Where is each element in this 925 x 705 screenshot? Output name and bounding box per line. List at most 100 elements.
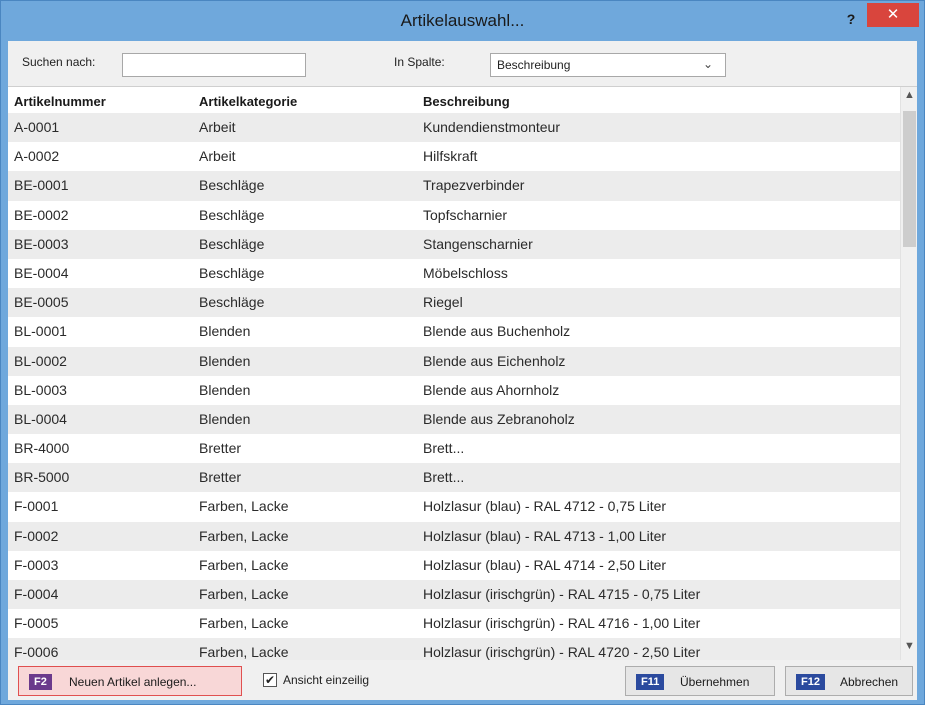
table-row[interactable]: F-0001 Farben, Lacke Holzlasur (blau) - RA… bbox=[8, 492, 900, 521]
apply-button[interactable]: F11 Übernehmen bbox=[625, 666, 775, 696]
table-body: A-0001 Arbeit Kundendienstmonteur A-0002 Arb… bbox=[8, 113, 900, 660]
cell-beschreibung: Kundendienstmonteur bbox=[423, 119, 560, 135]
cell-artikelnummer: BR-5000 bbox=[14, 469, 70, 486]
new-article-button[interactable]: F2 Neuen Artikel anlegen... bbox=[18, 666, 242, 696]
table-row[interactable]: BR-4000 Bretter Brett... bbox=[8, 434, 900, 463]
cell-beschreibung: Holzlasur (irischgrün) - RAL 4715 - 0,75… bbox=[423, 586, 701, 602]
cell-artikelkategorie: Beschläge bbox=[199, 235, 265, 252]
table-row[interactable]: F-0006 Farben, Lacke Holzlasur (irischgrün… bbox=[8, 638, 900, 660]
cell-artikelnummer: A-0001 bbox=[14, 119, 60, 135]
search-bar: Suchen nach: In Spalte: Beschreibung ⌄ bbox=[8, 41, 917, 87]
cell-artikelnummer: F-0003 bbox=[14, 556, 59, 573]
chevron-down-icon[interactable]: ▼ bbox=[901, 640, 917, 656]
article-table: Artikelnummer Artikelkategorie Beschreib… bbox=[8, 87, 917, 660]
cell-artikelkategorie: Farben, Lacke bbox=[199, 527, 289, 544]
column-header-artikelkategorie[interactable]: Artikelkategorie bbox=[199, 94, 297, 109]
key-badge-f2: F2 bbox=[29, 674, 52, 690]
cell-artikelnummer: BE-0005 bbox=[14, 294, 69, 311]
cell-artikelnummer: F-0002 bbox=[14, 527, 59, 544]
cell-beschreibung: Blende aus Eichenholz bbox=[423, 352, 566, 369]
cell-artikelnummer: F-0004 bbox=[14, 586, 59, 602]
cell-artikelnummer: BL-0001 bbox=[14, 323, 67, 340]
cancel-label: Abbrechen bbox=[840, 675, 899, 689]
cell-beschreibung: Blende aus Zebranoholz bbox=[423, 410, 575, 427]
close-icon: ✕ bbox=[886, 6, 900, 23]
dialog-window: Artikelauswahl... ? ✕ Suchen nach: In Sp… bbox=[0, 0, 925, 705]
cell-beschreibung: Holzlasur (blau) - RAL 4713 - 1,00 Liter bbox=[423, 527, 667, 544]
cell-artikelkategorie: Beschläge bbox=[199, 294, 265, 311]
table-row[interactable]: BR-5000 Bretter Brett... bbox=[8, 463, 900, 493]
cell-artikelkategorie: Bretter bbox=[199, 440, 242, 457]
cell-artikelkategorie: Farben, Lacke bbox=[199, 586, 289, 602]
cell-artikelnummer: BE-0004 bbox=[14, 264, 69, 281]
cell-artikelnummer: BL-0004 bbox=[14, 410, 67, 427]
cell-beschreibung: Hilfskraft bbox=[423, 148, 478, 165]
cell-artikelkategorie: Farben, Lacke bbox=[199, 644, 289, 660]
cell-artikelnummer: F-0006 bbox=[14, 644, 59, 660]
cell-artikelnummer: BE-0001 bbox=[14, 177, 69, 194]
cell-artikelkategorie: Farben, Lacke bbox=[199, 556, 289, 573]
cell-artikelnummer: F-0005 bbox=[14, 615, 59, 632]
cell-artikelnummer: BL-0002 bbox=[14, 352, 67, 369]
apply-label: Übernehmen bbox=[680, 675, 750, 689]
column-select[interactable]: Beschreibung ⌄ bbox=[490, 53, 726, 77]
help-button[interactable]: ? bbox=[839, 9, 863, 31]
cell-beschreibung: Topfscharnier bbox=[423, 206, 508, 223]
column-header-artikelnummer[interactable]: Artikelnummer bbox=[14, 94, 106, 109]
cell-beschreibung: Brett... bbox=[423, 440, 465, 457]
cell-artikelnummer: BE-0003 bbox=[14, 235, 69, 252]
table-row[interactable]: A-0001 Arbeit Kundendienstmonteur bbox=[8, 113, 900, 143]
cell-beschreibung: Blende aus Ahornholz bbox=[423, 381, 560, 398]
table-row[interactable]: F-0004 Farben, Lacke Holzlasur (irischgrün… bbox=[8, 580, 900, 610]
vertical-scrollbar[interactable]: ▲ ▼ bbox=[900, 87, 917, 660]
cell-artikelkategorie: Bretter bbox=[199, 469, 242, 486]
table-row[interactable]: BL-0004 Blenden Blende aus Zebranoholz bbox=[8, 404, 900, 435]
scroll-thumb[interactable] bbox=[903, 111, 916, 247]
column-header-beschreibung[interactable]: Beschreibung bbox=[423, 94, 510, 109]
chevron-up-icon[interactable]: ▲ bbox=[901, 89, 917, 105]
footer-bar: F2 Neuen Artikel anlegen... ✔ Ansicht ei… bbox=[8, 660, 917, 700]
table-row[interactable]: BE-0003 Beschläge Stangenscharnier bbox=[8, 229, 900, 259]
cell-beschreibung: Holzlasur (irischgrün) - RAL 4720 - 2,50… bbox=[423, 644, 701, 660]
single-line-checkbox[interactable]: ✔ bbox=[263, 673, 277, 687]
cell-artikelkategorie: Arbeit bbox=[199, 148, 236, 165]
close-button[interactable]: ✕ bbox=[867, 3, 919, 27]
table-row[interactable]: BE-0005 Beschläge Riegel bbox=[8, 288, 900, 318]
key-badge-f12: F12 bbox=[796, 674, 825, 690]
cell-artikelkategorie: Blenden bbox=[199, 352, 251, 369]
table-row[interactable]: A-0002 Arbeit Hilfskraft bbox=[8, 142, 900, 171]
table-row[interactable]: BL-0003 Blenden Blende aus Ahornholz bbox=[8, 376, 900, 405]
cell-artikelnummer: BE-0002 bbox=[14, 206, 69, 223]
dialog-content: Suchen nach: In Spalte: Beschreibung ⌄ A… bbox=[8, 41, 917, 700]
column-select-value: Beschreibung bbox=[497, 58, 571, 72]
cancel-button[interactable]: F12 Abbrechen bbox=[785, 666, 913, 696]
search-label: Suchen nach: bbox=[22, 55, 96, 69]
cell-artikelkategorie: Blenden bbox=[199, 410, 251, 427]
new-article-label: Neuen Artikel anlegen... bbox=[69, 675, 197, 689]
table-row[interactable]: F-0003 Farben, Lacke Holzlasur (blau) - RA… bbox=[8, 551, 900, 580]
cell-beschreibung: Riegel bbox=[423, 294, 463, 311]
cell-artikelnummer: F-0001 bbox=[14, 498, 59, 515]
checkmark-icon: ✔ bbox=[264, 673, 276, 687]
column-label: In Spalte: bbox=[394, 55, 445, 69]
cell-artikelnummer: A-0002 bbox=[14, 148, 60, 165]
search-input[interactable] bbox=[122, 53, 306, 77]
table-row[interactable]: BE-0001 Beschläge Trapezverbinder bbox=[8, 171, 900, 201]
cell-beschreibung: Stangenscharnier bbox=[423, 235, 533, 252]
table-row[interactable]: F-0002 Farben, Lacke Holzlasur (blau) - RA… bbox=[8, 521, 900, 551]
table-row[interactable]: F-0005 Farben, Lacke Holzlasur (irischgrün… bbox=[8, 609, 900, 638]
table-row[interactable]: BL-0002 Blenden Blende aus Eichenholz bbox=[8, 346, 900, 376]
key-badge-f11: F11 bbox=[636, 674, 665, 690]
title-bar[interactable]: Artikelauswahl... ? ✕ bbox=[1, 1, 924, 41]
cell-artikelnummer: BL-0003 bbox=[14, 381, 67, 398]
cell-beschreibung: Holzlasur (blau) - RAL 4712 - 0,75 Liter bbox=[423, 498, 667, 515]
cell-artikelkategorie: Blenden bbox=[199, 323, 251, 340]
cell-beschreibung: Holzlasur (irischgrün) - RAL 4716 - 1,00… bbox=[423, 615, 701, 632]
cell-artikelnummer: BR-4000 bbox=[14, 440, 70, 457]
table-row[interactable]: BE-0002 Beschläge Topfscharnier bbox=[8, 201, 900, 230]
cell-beschreibung: Brett... bbox=[423, 469, 465, 486]
table-row[interactable]: BL-0001 Blenden Blende aus Buchenholz bbox=[8, 317, 900, 346]
cell-artikelkategorie: Beschläge bbox=[199, 177, 265, 194]
table-row[interactable]: BE-0004 Beschläge Möbelschloss bbox=[8, 259, 900, 288]
chevron-down-icon: ⌄ bbox=[702, 57, 713, 71]
